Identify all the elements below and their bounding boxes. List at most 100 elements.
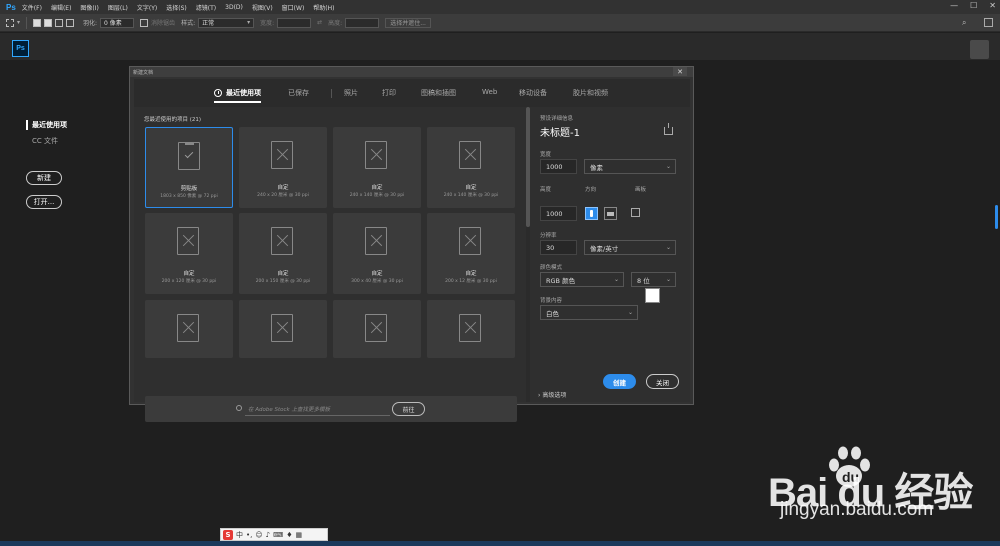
maximize-button[interactable]: ☐ — [970, 1, 977, 10]
ime-mode[interactable]: 中 — [236, 530, 243, 540]
height-input[interactable] — [345, 17, 380, 28]
workspace-header — [0, 33, 1000, 60]
minimize-button[interactable]: — — [950, 1, 958, 10]
bit-depth-value: 8 位 — [637, 276, 650, 285]
create-button[interactable]: 创建 — [603, 374, 636, 389]
portrait-icon[interactable] — [585, 207, 598, 220]
workspace-icon[interactable] — [984, 18, 993, 27]
resolution-unit-select[interactable]: 像素/英寸 ⌄ — [584, 240, 676, 255]
tab-mobile[interactable]: 移动设备 — [519, 88, 547, 98]
menu-type[interactable]: 文字(Y) — [137, 3, 157, 12]
preset-dims: 200 x 150 厘米 @ 30 ppi — [255, 279, 311, 284]
tab-art-illustration[interactable]: 图稿和插图 — [421, 88, 456, 98]
preset-card[interactable]: 自定 240 x 140 厘米 @ 30 ppi — [333, 127, 421, 208]
menu-help[interactable]: 帮助(H) — [313, 3, 334, 12]
menu-layer[interactable]: 图层(L) — [108, 3, 128, 12]
ps-home-logo[interactable]: Ps — [12, 40, 29, 57]
tab-web[interactable]: Web — [482, 88, 497, 96]
color-mode-select[interactable]: RGB 颜色 ⌄ — [540, 272, 624, 287]
dialog-title: 新建文档 — [130, 67, 693, 77]
tab-photo[interactable]: 照片 — [344, 88, 358, 98]
advanced-options-toggle[interactable]: › 高级选项 — [538, 390, 566, 399]
preset-card[interactable]: 自定 200 x 120 厘米 @ 30 ppi — [145, 213, 233, 294]
preset-card[interactable]: 自定 200 x 150 厘米 @ 30 ppi — [239, 213, 327, 294]
document-name-input[interactable]: 未标题-1 — [540, 124, 580, 139]
custom-doc-icon — [459, 314, 481, 342]
artboard-checkbox[interactable] — [631, 208, 640, 217]
resolution-input[interactable]: 30 — [540, 240, 577, 255]
antialias-checkbox[interactable] — [140, 18, 149, 27]
menu-file[interactable]: 文件(F) — [22, 3, 42, 12]
menu-edit[interactable]: 编辑(E) — [51, 3, 71, 12]
menu-image[interactable]: 图像(I) — [80, 3, 98, 12]
search-icon[interactable]: ⌕ — [962, 18, 966, 28]
select-and-mask-button[interactable]: 选择并遮住... — [385, 17, 431, 28]
bit-depth-select[interactable]: 8 位 ⌄ — [631, 272, 676, 287]
preset-card[interactable]: 自定 200 x 12 厘米 @ 30 ppi — [427, 213, 515, 294]
preset-card[interactable]: 自定 240 x 140 厘米 @ 30 ppi — [427, 127, 515, 208]
skin-icon[interactable]: ♦ — [286, 531, 292, 539]
mic-icon[interactable]: ♪ — [266, 531, 270, 539]
menu-view[interactable]: 视图(V) — [252, 3, 273, 12]
preset-card[interactable]: 剪贴板 1803 x 850 像素 @ 72 ppi — [145, 127, 233, 208]
preset-card[interactable] — [145, 300, 233, 358]
tab-saved[interactable]: 已保存 — [288, 88, 309, 98]
sogou-logo: S — [223, 529, 233, 540]
antialias-group[interactable]: 消除锯齿 — [140, 18, 175, 27]
tab-film-video[interactable]: 胶片和视频 — [573, 88, 608, 98]
background-select[interactable]: 白色 ⌄ — [540, 305, 638, 320]
preset-card[interactable]: 自定 300 x 40 厘米 @ 30 ppi — [333, 213, 421, 294]
landscape-icon[interactable] — [604, 207, 617, 220]
open-button[interactable]: 打开... — [26, 195, 62, 209]
close-button[interactable]: 关闭 — [646, 374, 679, 389]
preset-card[interactable] — [239, 300, 327, 358]
selection-mode-group[interactable] — [33, 18, 77, 27]
width-input[interactable] — [277, 17, 312, 28]
add-selection-icon[interactable] — [44, 18, 53, 27]
swap-icon[interactable]: ⇄ — [317, 19, 322, 26]
preset-card[interactable] — [427, 300, 515, 358]
taskbar — [0, 541, 1000, 546]
cc-files-link[interactable]: CC 文件 — [26, 136, 67, 146]
menu-3d[interactable]: 3D(D) — [225, 4, 243, 11]
ime-toolbar[interactable]: S 中 •, ☺ ♪ ⌨ ♦ ▦ — [220, 528, 328, 541]
style-select[interactable]: 正常 ▾ — [198, 17, 255, 28]
preset-card[interactable]: 自定 240 x 20 厘米 @ 30 ppi — [239, 127, 327, 208]
start-panel: 最近使用项 CC 文件 — [26, 120, 67, 146]
custom-doc-icon — [271, 141, 293, 169]
menu-window[interactable]: 窗口(W) — [282, 3, 305, 12]
feather-input[interactable]: 0 像素 — [100, 17, 135, 28]
stock-search-input[interactable]: 在 Adobe Stock 上查找更多模板 — [248, 405, 330, 413]
width-unit-select[interactable]: 像素 ⌄ — [584, 159, 676, 174]
height-input[interactable]: 1000 — [540, 206, 577, 221]
intersect-selection-icon[interactable] — [66, 18, 75, 27]
menu-select[interactable]: 选择(S) — [166, 3, 187, 12]
preset-name: 自定 — [371, 271, 383, 277]
tools-icon[interactable]: ▦ — [296, 531, 303, 539]
preset-card[interactable] — [333, 300, 421, 358]
marquee-tool-icon[interactable]: ▾ — [6, 18, 20, 27]
tab-recent[interactable]: 最近使用项 — [214, 88, 261, 103]
punctuation-icon[interactable]: •, — [246, 531, 252, 539]
recent-link[interactable]: 最近使用项 — [26, 120, 67, 130]
new-button[interactable]: 新建 — [26, 171, 62, 185]
dialog-body: 最近使用项 已保存 照片 打印 图稿和插图 Web 移动设备 胶片和视频 您最近… — [134, 79, 690, 422]
go-button[interactable]: 前往 — [392, 402, 425, 416]
close-window-button[interactable]: ✕ — [989, 1, 996, 10]
panel-edge-handle[interactable] — [995, 205, 998, 229]
width-group: 宽度: — [260, 17, 312, 28]
dialog-close-icon[interactable]: ✕ — [673, 67, 687, 76]
chevron-down-icon: ▾ — [247, 19, 251, 26]
new-selection-icon[interactable] — [33, 18, 42, 27]
preset-dims: 300 x 40 厘米 @ 30 ppi — [351, 279, 403, 284]
menu-filter[interactable]: 滤镜(T) — [196, 3, 216, 12]
cloud-docs-button[interactable] — [970, 40, 989, 59]
preset-dims: 1803 x 850 像素 @ 72 ppi — [160, 194, 218, 199]
tab-print[interactable]: 打印 — [382, 88, 396, 98]
subtract-selection-icon[interactable] — [55, 18, 64, 27]
emoji-icon[interactable]: ☺ — [255, 531, 262, 539]
background-color-swatch[interactable] — [645, 288, 660, 303]
width-input[interactable]: 1000 — [540, 159, 577, 174]
save-preset-icon[interactable] — [664, 123, 673, 135]
keyboard-icon[interactable]: ⌨ — [273, 531, 283, 539]
